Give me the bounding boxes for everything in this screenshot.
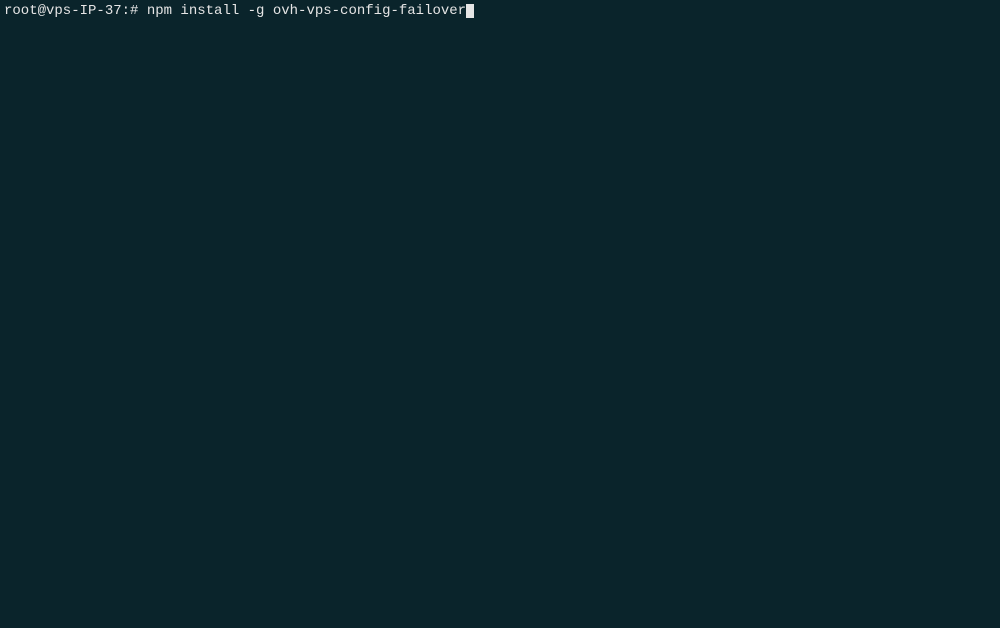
shell-prompt: root@vps-IP-37:# (4, 2, 147, 20)
cursor-icon (466, 4, 474, 18)
command-input[interactable]: npm install -g ovh-vps-config-failover (147, 2, 466, 20)
terminal-line: root@vps-IP-37:# npm install -g ovh-vps-… (4, 2, 996, 20)
terminal-window[interactable]: root@vps-IP-37:# npm install -g ovh-vps-… (0, 0, 1000, 628)
